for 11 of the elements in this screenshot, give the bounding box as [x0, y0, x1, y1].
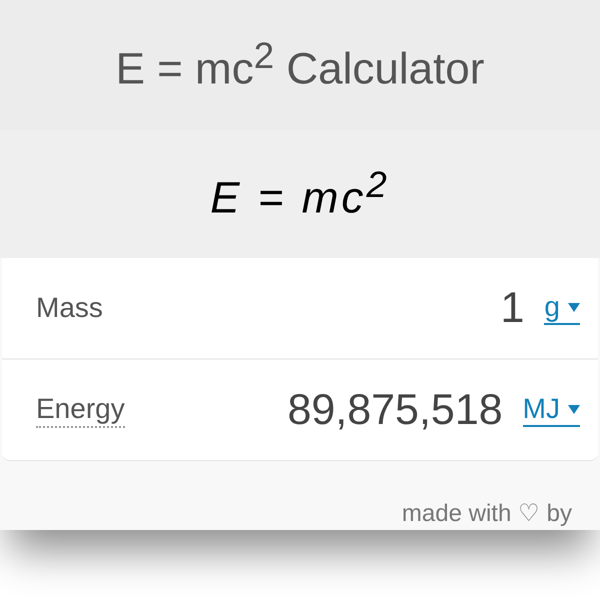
field-label: Mass [36, 292, 104, 324]
credit-text: made with ♡ by [402, 499, 572, 528]
caret-icon [568, 302, 580, 312]
input-field[interactable]: 1 [445, 284, 524, 332]
input-field[interactable]: 89,875,518 [198, 386, 503, 434]
unit-dropdown[interactable]: MJ [522, 393, 580, 427]
calculator-title: E = mc$^{2}$ Calculator [116, 35, 484, 95]
field-label: Energy [36, 392, 125, 428]
unit-dropdown[interactable]: g [544, 291, 580, 325]
formula-text: E = mc$^{2}$ [210, 164, 390, 224]
caret-icon [568, 404, 580, 414]
